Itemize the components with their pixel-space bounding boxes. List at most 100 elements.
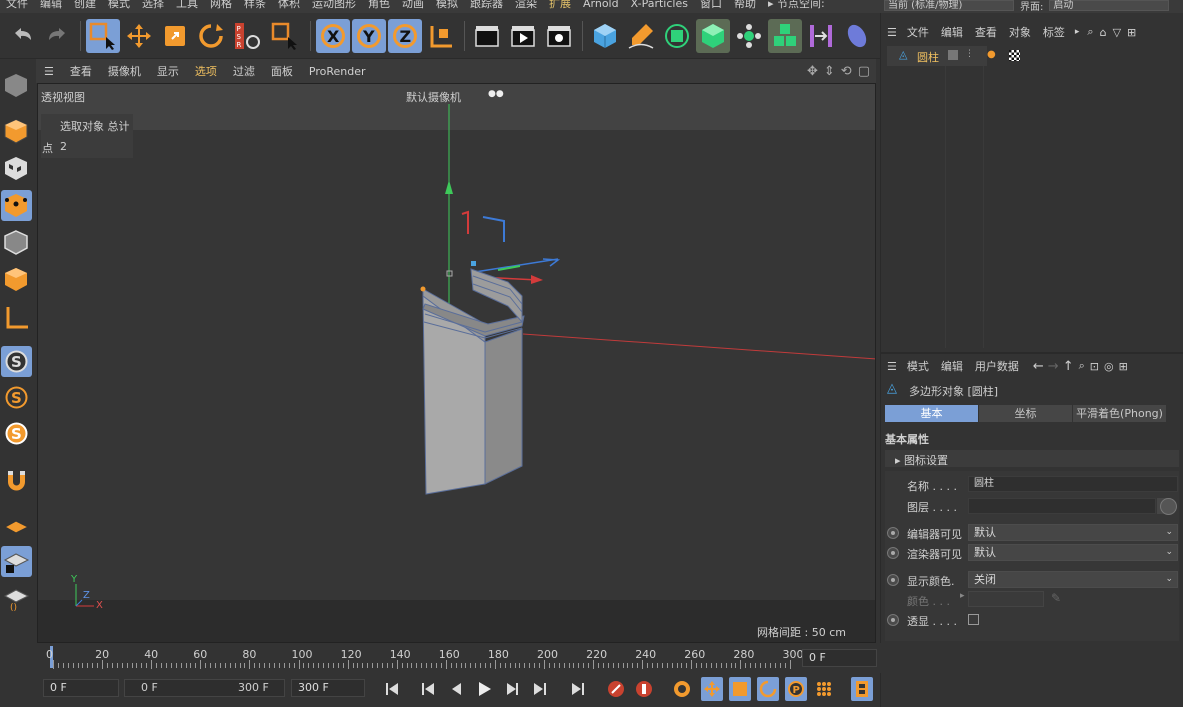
om-menu-edit[interactable]: 编辑 [941,24,963,40]
pen-spline-button[interactable] [624,19,658,53]
coordinate-system-button[interactable] [424,19,458,53]
attributes-handle[interactable]: ☰ [887,360,897,373]
mograph-button[interactable] [768,19,802,53]
render-picture-viewer-button[interactable] [506,19,540,53]
tab-phong[interactable]: 平滑着色(Phong) [1073,405,1166,422]
subdivision-button[interactable] [660,19,694,53]
make-editable-button[interactable] [1,70,32,101]
dolly-icon[interactable]: ⇕ [824,64,835,79]
texture-mode-button[interactable] [1,153,32,184]
render-visible-select[interactable]: 默认 ⌄ [968,544,1178,561]
environment-button[interactable] [840,19,874,53]
add-panel-icon[interactable]: ⊞ [1127,26,1136,39]
add-panel-icon[interactable]: ⊞ [1119,360,1128,373]
forward-arrow-icon[interactable]: → [1048,359,1059,374]
psr-button[interactable]: PSR [230,19,264,53]
layer-input[interactable] [968,498,1156,514]
snap-settings-button[interactable]: S [1,382,32,413]
perspective-viewport[interactable]: 透视视图 默认摄像机 ●● 选取对象 总计 点 2 Y Z X 网格间距: 5… [37,83,876,643]
prev-key-button[interactable] [417,677,439,701]
cube-object-button[interactable] [588,19,622,53]
viewport-menu-view[interactable]: 查看 [62,63,100,79]
material-tag-icon[interactable] [1009,50,1020,61]
key-scale-button[interactable] [729,677,751,701]
keyframe-selection-button[interactable] [671,677,693,701]
redo-button[interactable] [41,19,75,53]
menu-item-6[interactable]: 网格 [204,0,238,13]
menu-item-13[interactable]: 跟踪器 [464,0,509,13]
timeline-ruler[interactable]: 0 20 40 60 80 100 120 140 160 180 200 220 240 260 280 3… [36,643,881,673]
model-mode-button[interactable] [1,116,32,147]
viewport-menu-prorender[interactable]: ProRender [301,65,374,78]
cloner-button[interactable] [732,19,766,53]
axis-mode-button[interactable] [1,302,32,333]
color-swatch[interactable] [968,591,1044,607]
orbit-icon[interactable]: ⟲ [841,64,852,79]
go-to-start-button[interactable] [381,677,403,701]
menu-item-1[interactable]: 编辑 [34,0,68,13]
go-to-end-button[interactable] [567,677,589,701]
snap-button[interactable]: S [1,346,32,377]
current-frame-field[interactable]: 0 F [802,649,877,667]
layer-picker-icon[interactable] [1160,498,1177,515]
pan-icon[interactable]: ✥ [807,64,818,79]
tab-basic[interactable]: 基本 [885,405,978,422]
eyedropper-icon[interactable]: ✎ [1051,591,1061,605]
layout-select[interactable]: 启动 [1049,0,1170,11]
end-frame-field[interactable]: 300 F [291,679,365,697]
menu-item-16[interactable]: Arnold [577,0,625,13]
grid-button[interactable]: () [1,582,32,613]
om-menu-tags[interactable]: 标签 [1043,24,1065,40]
icon-settings-label[interactable]: ▸ 图标设置 [895,452,948,468]
key-rotation-button[interactable] [757,677,779,701]
next-frame-button[interactable] [501,677,523,701]
viewport-menu-cameras[interactable]: 摄像机 [100,63,149,79]
live-select-button[interactable] [86,19,120,53]
start-frame-field[interactable]: 0 F [43,679,119,697]
timeline-window-button[interactable] [851,677,873,701]
xray-checkbox[interactable] [968,614,979,625]
menu-item-3[interactable]: 模式 [102,0,136,13]
locked-workplane-button[interactable] [1,546,32,577]
viewport-menu-filter[interactable]: 过滤 [225,63,263,79]
render-view-button[interactable] [470,19,504,53]
name-input[interactable]: 圆柱 [968,476,1178,492]
axis-y-lock-button[interactable]: Y [352,19,386,53]
color-expand-icon[interactable]: ▸ [960,591,965,601]
rotate-tool-button[interactable] [194,19,228,53]
display-color-select[interactable]: 关闭 ⌄ [968,571,1178,588]
next-key-button[interactable] [529,677,551,701]
om-more-icon[interactable]: ▸ [1075,27,1080,37]
object-row-name[interactable]: 圆柱 [917,49,939,65]
menu-item-19[interactable]: 帮助 [728,0,762,13]
attr-menu-edit[interactable]: 编辑 [941,358,963,374]
om-menu-objects[interactable]: 对象 [1009,24,1031,40]
deformer-button[interactable] [804,19,838,53]
viewport-menu-handle[interactable]: ☰ [36,65,62,78]
editor-visible-anim-dot[interactable] [887,527,899,539]
menu-item-20[interactable]: ▸ 节点空间: [762,0,831,13]
menu-item-18[interactable]: 窗口 [694,0,728,13]
search-icon[interactable]: ⌕ [1087,25,1093,39]
menu-item-9[interactable]: 运动图形 [306,0,362,13]
record-keys-button[interactable] [605,677,627,701]
workplane-button[interactable] [1,511,32,542]
menu-item-10[interactable]: 角色 [362,0,396,13]
lock-icon[interactable]: ⊡ [1090,360,1099,373]
menu-item-15[interactable]: 扩展 [543,0,577,13]
magnet-button[interactable] [1,465,32,496]
tab-coordinates[interactable]: 坐标 [979,405,1072,422]
viewport-menu-options[interactable]: 选项 [187,63,225,79]
settings-icon[interactable]: ◎ [1104,360,1114,373]
prev-frame-button[interactable] [445,677,467,701]
polygons-mode-button[interactable] [1,264,32,295]
snap-alt-button[interactable]: S [1,418,32,449]
attr-menu-mode[interactable]: 模式 [907,358,929,374]
axis-z-lock-button[interactable]: Z [388,19,422,53]
autokey-button[interactable] [633,677,655,701]
node-space-select[interactable]: 当前 (标准/物理) [884,0,1014,11]
recent-tool-button[interactable] [268,19,302,53]
menu-item-14[interactable]: 渲染 [509,0,543,13]
key-position-button[interactable] [701,677,723,701]
scale-tool-button[interactable] [158,19,192,53]
